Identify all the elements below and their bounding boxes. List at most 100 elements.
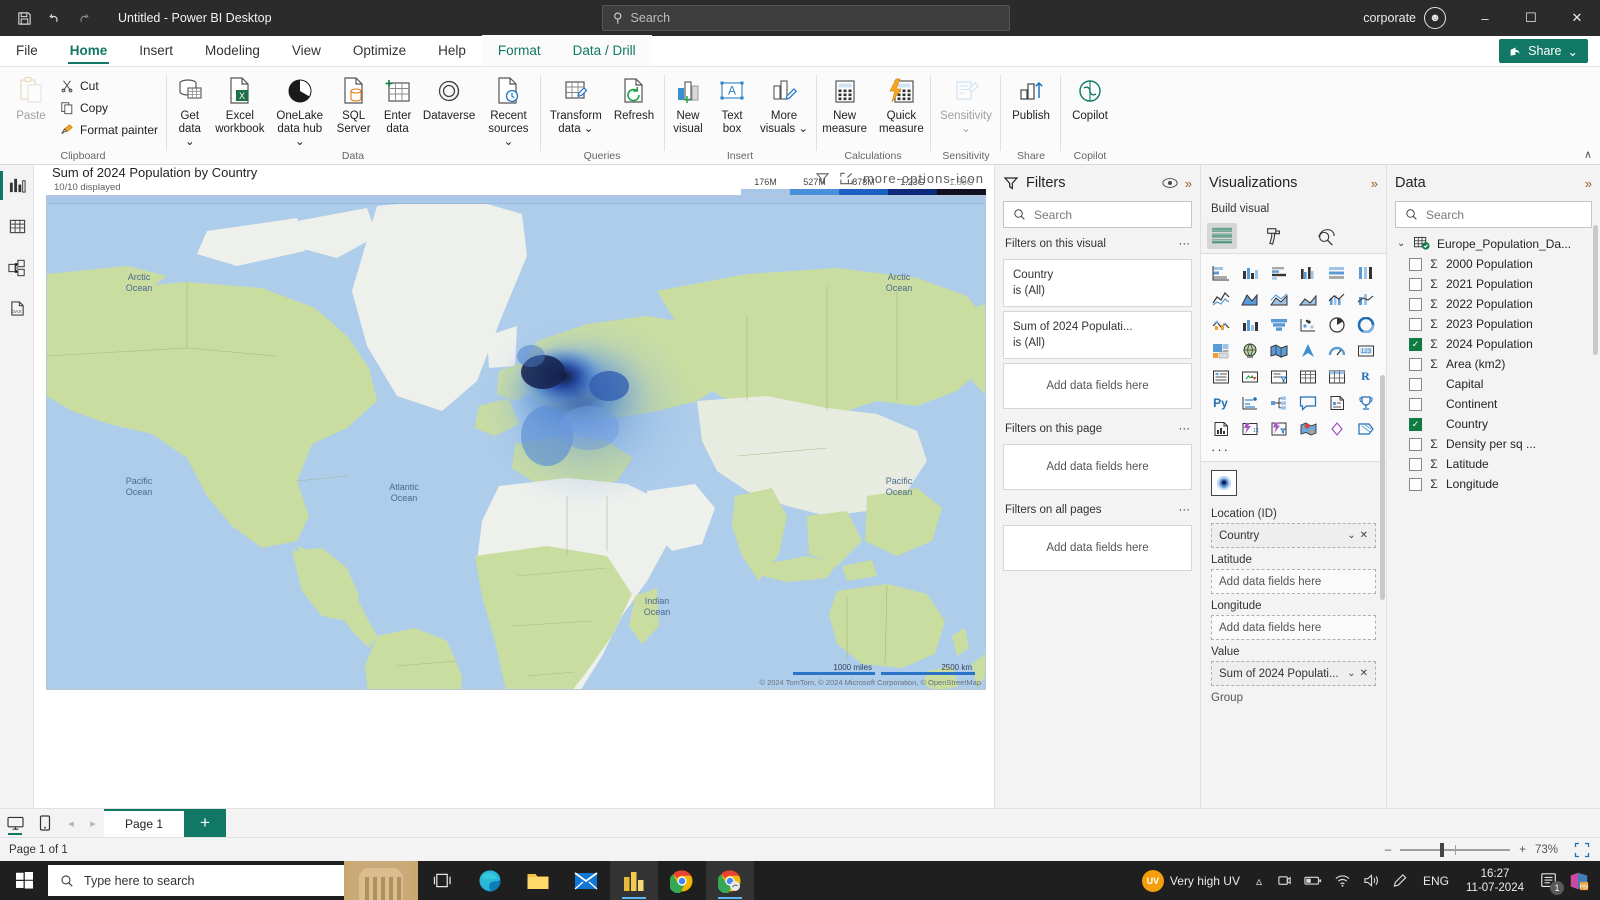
ribbon-tab-data-drill[interactable]: Data / Drill xyxy=(556,35,652,66)
page-tab-page-1[interactable]: Page 1 xyxy=(104,808,184,838)
metrics-trophy-icon[interactable] xyxy=(1352,390,1379,415)
ribbon-tab-insert[interactable]: Insert xyxy=(123,35,189,66)
clustered-bar-chart-icon[interactable] xyxy=(1265,260,1292,285)
ribbon-tab-help[interactable]: Help xyxy=(422,35,482,66)
treemap-icon[interactable] xyxy=(1207,338,1234,363)
cut-button[interactable]: Cut xyxy=(56,75,162,97)
text-box-button[interactable]: A Text box xyxy=(710,71,754,136)
chevron-down-icon[interactable]: ⌄ xyxy=(1397,238,1407,249)
account-name[interactable]: corporate xyxy=(1363,11,1416,25)
100-stacked-column-chart-icon[interactable] xyxy=(1352,260,1379,285)
copilot-button[interactable]: Copilot xyxy=(1066,71,1114,123)
taskbar-clock[interactable]: 16:27 11-07-2024 xyxy=(1458,867,1532,895)
filter-dropzone-page[interactable]: Add data fields here xyxy=(1003,444,1192,490)
data-field-2000-population[interactable]: Σ 2000 Population xyxy=(1387,254,1600,274)
eye-icon[interactable] xyxy=(1162,177,1178,189)
mail-icon[interactable] xyxy=(562,861,610,900)
well-longitude[interactable]: Add data fields here xyxy=(1211,615,1376,640)
key-influencers-icon[interactable] xyxy=(1236,390,1263,415)
new-visual-button[interactable]: New visual xyxy=(666,71,710,136)
notifications-icon[interactable]: 1 xyxy=(1532,861,1566,900)
excel-workbook-button[interactable]: X Excel workbook xyxy=(212,71,268,136)
zoom-slider-thumb[interactable] xyxy=(1439,842,1444,857)
field-checkbox[interactable]: ✓ xyxy=(1409,337,1422,351)
field-checkbox[interactable] xyxy=(1409,397,1422,411)
field-checkbox[interactable] xyxy=(1409,437,1422,451)
donut-chart-icon[interactable] xyxy=(1352,312,1379,337)
weather-uv-widget[interactable]: UV Very high UV xyxy=(1135,861,1247,900)
maximize-button[interactable]: ☐ xyxy=(1508,0,1554,36)
rail-item-table-view[interactable] xyxy=(0,206,34,247)
focus-mode-icon[interactable] xyxy=(839,171,854,186)
filter-card-country[interactable]: Country is (All) xyxy=(1003,259,1192,307)
qna-visual-icon[interactable] xyxy=(1294,390,1321,415)
filled-map-icon[interactable] xyxy=(1265,338,1292,363)
task-view-icon[interactable] xyxy=(418,861,466,900)
ribbon-tab-optimize[interactable]: Optimize xyxy=(337,35,422,66)
area-chart-icon[interactable] xyxy=(1236,286,1263,311)
quick-measure-button[interactable]: Quick measure xyxy=(873,71,930,136)
app-search-box[interactable]: ⚲ Search xyxy=(602,5,1010,31)
remove-field-icon[interactable]: ✕ xyxy=(1360,668,1368,679)
chevrons-right-icon[interactable]: » xyxy=(1585,176,1592,191)
slicer-icon[interactable] xyxy=(1265,364,1292,389)
chevron-down-icon[interactable]: ⌄ xyxy=(1347,668,1355,679)
field-checkbox[interactable] xyxy=(1409,317,1422,331)
filter-icon[interactable] xyxy=(815,171,830,186)
copy-button[interactable]: Copy xyxy=(56,97,162,119)
gauge-icon[interactable] xyxy=(1323,338,1350,363)
map-visual[interactable]: Sum of 2024 Population by Country 10/10 … xyxy=(42,165,988,700)
visual-resize-handles[interactable] xyxy=(42,700,988,714)
camera-icon[interactable] xyxy=(1271,861,1298,900)
smart-narrative-icon[interactable] xyxy=(1323,390,1350,415)
save-icon[interactable] xyxy=(14,8,34,28)
r-script-visual-icon[interactable]: R xyxy=(1352,364,1379,389)
power-bi-desktop-icon[interactable] xyxy=(610,861,658,900)
share-button[interactable]: Share ⌄ xyxy=(1499,39,1588,63)
close-button[interactable]: ✕ xyxy=(1554,0,1600,36)
enter-data-button[interactable]: Enter data xyxy=(376,71,420,136)
google-chrome-icon[interactable] xyxy=(658,861,706,900)
build-visual-tab[interactable] xyxy=(1207,223,1237,249)
minimize-button[interactable]: – xyxy=(1462,0,1508,36)
format-visual-tab[interactable] xyxy=(1259,223,1289,249)
filter-dropzone-all-pages[interactable]: Add data fields here xyxy=(1003,525,1192,571)
clustered-column-chart-icon[interactable] xyxy=(1294,260,1321,285)
data-field-density[interactable]: Σ Density per sq ... xyxy=(1387,434,1600,454)
section-more-icon[interactable]: ··· xyxy=(1179,238,1191,250)
rail-item-dax-query-view[interactable]: DAX xyxy=(0,288,34,329)
add-page-button[interactable]: + xyxy=(184,808,226,838)
show-hidden-icons-button[interactable]: ▵ xyxy=(1247,861,1271,900)
ribbon-tab-format[interactable]: Format xyxy=(481,35,557,66)
next-page-button[interactable]: ▸ xyxy=(82,817,104,830)
language-indicator[interactable]: ENG xyxy=(1414,861,1458,900)
windows-start-icon[interactable] xyxy=(0,861,48,900)
field-checkbox[interactable] xyxy=(1409,357,1422,371)
battery-icon[interactable] xyxy=(1298,861,1328,900)
well-latitude[interactable]: Add data fields here xyxy=(1211,569,1376,594)
pie-chart-icon[interactable] xyxy=(1323,312,1350,337)
line-and-clustered-column-icon[interactable] xyxy=(1323,286,1350,311)
sql-server-button[interactable]: SQL Server xyxy=(332,71,376,136)
remove-field-icon[interactable]: ✕ xyxy=(1360,530,1368,541)
data-field-continent[interactable]: Continent xyxy=(1387,394,1600,414)
field-checkbox[interactable] xyxy=(1409,457,1422,471)
undo-icon[interactable] xyxy=(44,8,64,28)
section-more-icon[interactable]: ··· xyxy=(1179,504,1191,516)
paste-button[interactable]: Paste xyxy=(10,71,52,123)
map-globe-icon[interactable] xyxy=(1236,338,1263,363)
field-checkbox[interactable] xyxy=(1409,257,1422,271)
chevron-down-icon[interactable]: ⌄ xyxy=(1347,530,1355,541)
python-visual-icon[interactable]: Py xyxy=(1207,390,1234,415)
analytics-tab[interactable] xyxy=(1311,223,1341,249)
power-apps-icon[interactable]: 123 xyxy=(1236,416,1263,441)
transform-data-button[interactable]: Transform data ⌄ xyxy=(544,71,608,136)
office-suite-icon[interactable]: PBI xyxy=(1566,861,1600,900)
refresh-button[interactable]: Refresh xyxy=(608,71,660,123)
data-table-node[interactable]: ⌄ Europe_Population_Da... xyxy=(1387,228,1600,254)
more-visuals-button[interactable]: More visuals ⌄ xyxy=(754,71,814,136)
rail-item-report-view[interactable] xyxy=(0,165,34,206)
data-pane-scrollbar[interactable] xyxy=(1593,225,1598,355)
data-field-capital[interactable]: Capital xyxy=(1387,374,1600,394)
combo-column-chart-icon[interactable] xyxy=(1236,312,1263,337)
